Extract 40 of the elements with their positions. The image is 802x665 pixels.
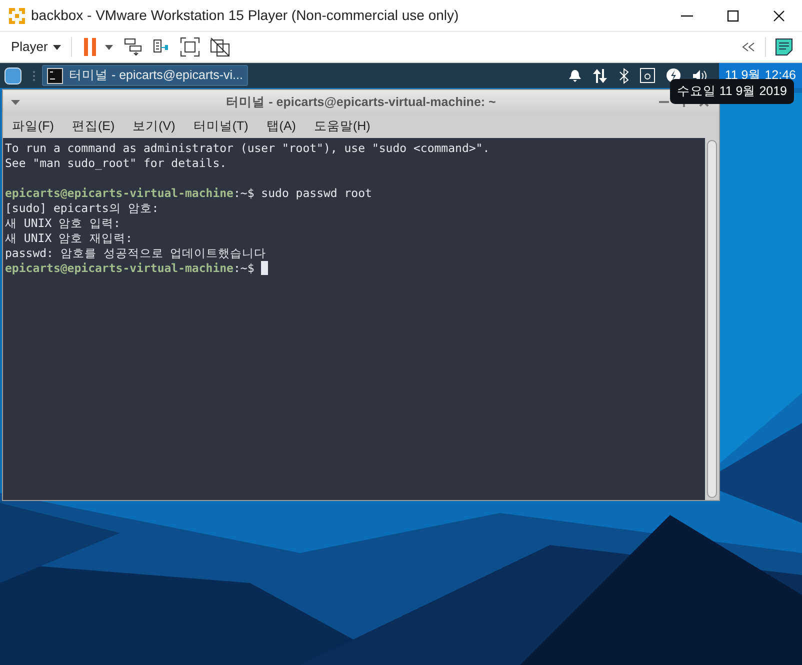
pause-icon[interactable] (82, 37, 98, 57)
date-tooltip: 수요일 11 9월 2019 (670, 79, 794, 104)
terminal-icon (47, 68, 63, 84)
terminal-output: [sudo] epicarts의 암호: (5, 201, 159, 216)
terminal-prompt: epicarts@epicarts-virtual-machine (5, 186, 234, 201)
menu-item[interactable]: 탭(A) (266, 116, 296, 136)
app-logo-icon (8, 6, 26, 24)
keyboard-layout-icon[interactable] (640, 68, 655, 83)
terminal-output: passwd: 암호를 성공적으로 업데이트했습니다 (5, 246, 266, 261)
bell-icon[interactable] (568, 69, 581, 82)
terminal-output: To run a command as administrator (user "root"), use "sudo <command>". (5, 141, 490, 156)
collapse-icon[interactable] (742, 42, 756, 52)
window-menu-icon[interactable] (11, 100, 20, 104)
menu-item[interactable]: 편집(E) (72, 116, 115, 136)
menu-item[interactable]: 보기(V) (132, 116, 176, 136)
terminal-output: 새 UNIX 암호 입력: (5, 216, 120, 231)
caret-icon (52, 44, 61, 50)
text-cursor (261, 261, 268, 275)
terminal-title: 터미널 - epicarts@epicarts-virtual-machine: ~ (225, 94, 497, 111)
terminal-output: :~$ sudo passwd root (233, 186, 372, 201)
unity-off-icon[interactable] (210, 37, 230, 57)
notes-icon[interactable] (775, 38, 793, 56)
terminal-output: :~$ (233, 261, 256, 276)
player-menu-button[interactable]: Player (11, 37, 61, 57)
scrollbar-thumb[interactable] (707, 140, 717, 498)
terminal-output: 새 UNIX 암호 재입력: (5, 231, 132, 246)
network-devices-icon[interactable] (124, 38, 142, 56)
menu-item[interactable]: 터미널(T) (193, 116, 248, 136)
network-arrows-icon[interactable] (592, 68, 608, 84)
menu-item[interactable]: 도움말(H) (314, 116, 370, 136)
terminal-output: See "man sudo_root" for details. (5, 156, 227, 171)
menu-item[interactable]: 파일(F) (12, 116, 54, 136)
taskbar-task-button[interactable]: 터미널 - epicarts@epicarts-vi... (42, 65, 248, 86)
terminal-prompt: epicarts@epicarts-virtual-machine (5, 261, 234, 276)
start-menu-icon[interactable] (4, 66, 22, 84)
grip-icon (32, 70, 36, 82)
window-title: backbox - VMware Workstation 15 Player (Non-commercial use only) (31, 6, 459, 25)
bluetooth-icon[interactable] (618, 68, 629, 84)
dropdown-caret-icon[interactable] (104, 44, 113, 50)
full-screen-icon[interactable] (180, 37, 200, 57)
